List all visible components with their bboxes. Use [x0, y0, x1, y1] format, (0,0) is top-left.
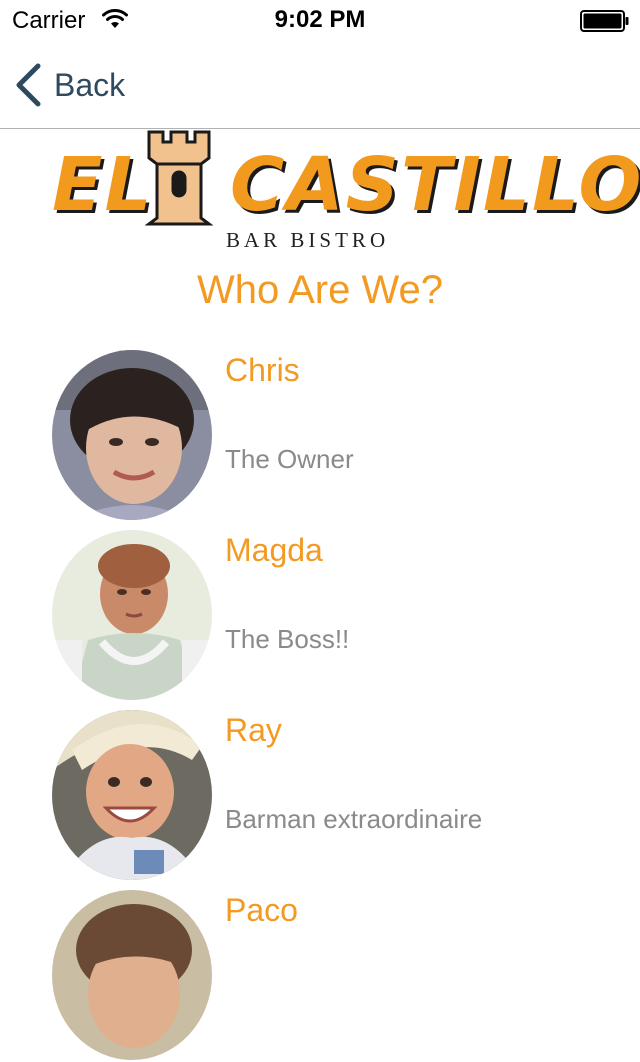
member-role: The Owner: [225, 444, 354, 474]
team-member-row[interactable]: Magda The Boss!!: [0, 530, 640, 702]
member-role: The Boss!!: [225, 624, 350, 654]
navigation-bar: Back: [0, 40, 640, 129]
team-member-row[interactable]: Paco: [0, 890, 640, 1062]
el-castillo-logo: EL CASTILLO BAR BISTRO: [40, 128, 640, 254]
logo-word-el: EL: [52, 142, 154, 228]
back-button[interactable]: Back: [14, 62, 125, 108]
logo-word-castillo: CASTILLO: [230, 142, 640, 228]
castle-tower-icon: [144, 128, 214, 228]
avatar: [52, 530, 212, 700]
page-title: Who Are We?: [196, 268, 444, 312]
team-member-row[interactable]: Chris The Owner: [0, 350, 640, 522]
chevron-left-icon: [14, 63, 42, 107]
status-time: 9:02 PM: [274, 6, 366, 33]
avatar: [52, 710, 212, 880]
member-name: Ray: [225, 712, 282, 748]
avatar: [52, 890, 212, 1060]
member-name: Paco: [225, 892, 298, 928]
logo-subtitle: BAR BISTRO: [226, 228, 390, 252]
member-role: Barman extraordinaire: [225, 804, 483, 834]
member-name: Magda: [225, 532, 323, 568]
team-member-row[interactable]: Ray Barman extraordinaire: [0, 710, 640, 882]
battery-icon: [580, 10, 630, 32]
avatar: [52, 350, 212, 520]
status-bar: Carrier 9:02 PM: [0, 0, 640, 40]
member-name: Chris: [225, 352, 300, 388]
back-label: Back: [54, 66, 126, 103]
